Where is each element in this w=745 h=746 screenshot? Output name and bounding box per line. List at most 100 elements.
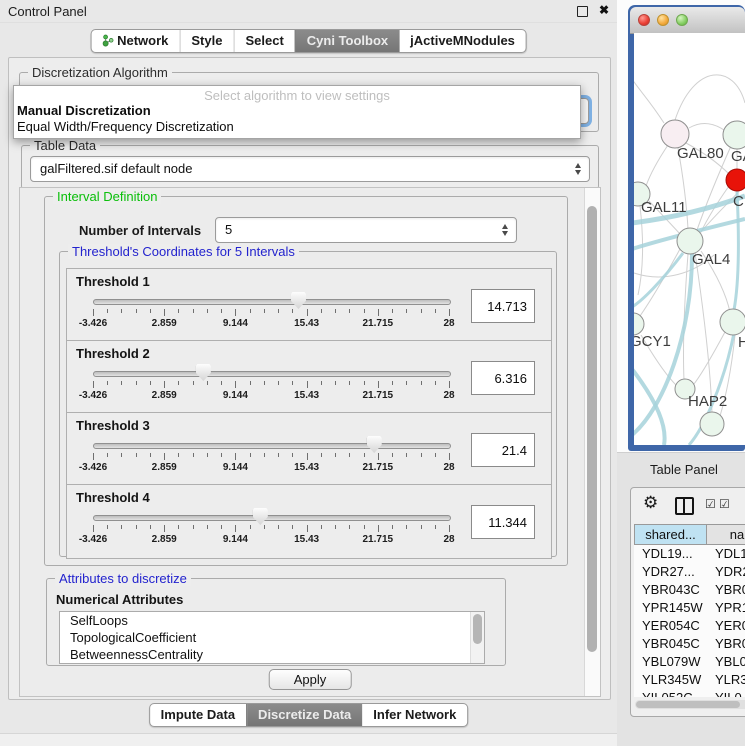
algorithm-dropdown-popup: Select algorithm to view settings Manual…: [13, 85, 581, 139]
tab-network[interactable]: Network: [91, 30, 179, 52]
slider-tick: [136, 453, 137, 457]
minimize-traffic-light-icon[interactable]: [657, 14, 669, 26]
attribute-list-item[interactable]: TopologicalCoefficient: [60, 629, 484, 646]
network-node-h[interactable]: [720, 309, 745, 335]
slider-tick: [264, 309, 265, 313]
dropdown-option-manual[interactable]: Manual Discretization: [17, 103, 151, 118]
table-row[interactable]: YBR045CYBR0: [634, 635, 745, 653]
dropdown-option-equal-width[interactable]: Equal Width/Frequency Discretization: [17, 119, 234, 134]
network-edge: [646, 145, 668, 186]
table-row[interactable]: YDR27...YDR2: [634, 563, 745, 581]
slider-tick: [349, 453, 350, 457]
gear-icon[interactable]: ⚙: [643, 493, 658, 513]
settings-scroll-area: Interval Definition Number of Intervals …: [19, 187, 601, 697]
table-row[interactable]: YDL19...YDL1: [634, 545, 745, 563]
column-header-shared[interactable]: shared...: [634, 524, 707, 545]
tick-label: 21.715: [363, 318, 394, 329]
table-cell: YBR0: [707, 581, 745, 599]
slider-tick: [207, 309, 208, 313]
threshold-box: Threshold 2-3.4262.8599.14415.4321.71528…: [66, 340, 552, 415]
settings-scrollbar[interactable]: [584, 188, 600, 696]
apply-button[interactable]: Apply: [269, 669, 352, 690]
threshold-value-field[interactable]: 11.344: [471, 505, 535, 539]
threshold-value-field[interactable]: 14.713: [471, 289, 535, 323]
tick-label: 21.715: [363, 390, 394, 401]
dropdown-hint: Select algorithm to view settings: [14, 88, 580, 103]
list-scrollbar[interactable]: [470, 612, 484, 663]
slider-tick: [164, 309, 165, 316]
tab-style[interactable]: Style: [179, 30, 233, 52]
table-row[interactable]: YBL079WYBL0: [634, 653, 745, 671]
table-row[interactable]: YIL052CYIL0: [634, 689, 745, 697]
slider-thumb[interactable]: [367, 436, 382, 453]
table-row[interactable]: YER054CYER0: [634, 617, 745, 635]
close-icon[interactable]: ✖: [599, 3, 609, 17]
threshold-value-field[interactable]: 21.4: [471, 433, 535, 467]
float-window-icon[interactable]: [577, 6, 588, 17]
network-canvas[interactable]: GAL80GACGAL11GAL4GCY1HHAP2: [634, 33, 745, 445]
slider-tick: [378, 309, 379, 316]
network-node-gal80[interactable]: [661, 120, 689, 148]
slider-tick: [307, 453, 308, 460]
threshold-label: Threshold 2: [76, 346, 150, 361]
slider-track[interactable]: [93, 299, 451, 305]
slider-tick: [150, 453, 151, 457]
scrollbar-thumb[interactable]: [473, 614, 482, 644]
numerical-attributes-list[interactable]: SelfLoopsTopologicalCoefficientBetweenne…: [59, 611, 485, 664]
zoom-traffic-light-icon[interactable]: [676, 14, 688, 26]
tick-label: -3.426: [79, 390, 107, 401]
slider-track[interactable]: [93, 371, 451, 377]
table-header-row: shared...na: [634, 524, 745, 545]
slider-thumb[interactable]: [291, 292, 306, 309]
slider-tick: [364, 525, 365, 529]
checkbox-icon[interactable]: ☑: [705, 497, 716, 511]
slider-track[interactable]: [93, 515, 451, 521]
spinner-arrows-icon: [575, 163, 582, 175]
scrollbar-thumb[interactable]: [636, 701, 740, 708]
tab-infer-network[interactable]: Infer Network: [362, 704, 467, 726]
network-node-gcy1[interactable]: [634, 313, 644, 335]
network-node-c[interactable]: [726, 169, 745, 191]
slider-tick: [335, 381, 336, 385]
network-edge: [634, 73, 664, 123]
slider-thumb[interactable]: [253, 508, 268, 525]
threshold-label: Threshold 3: [76, 418, 150, 433]
table-cell: YDR2: [707, 563, 745, 581]
slider-tick: [150, 309, 151, 313]
tick-label: 15.43: [294, 318, 319, 329]
slider-tick: [292, 381, 293, 385]
slider-thumb[interactable]: [196, 364, 211, 381]
tab-label: Infer Network: [373, 707, 456, 722]
tick-label: 9.144: [223, 462, 248, 473]
slider-tick: [392, 525, 393, 529]
table-hscrollbar[interactable]: [635, 700, 745, 709]
table-row[interactable]: YLR345WYLR3: [634, 671, 745, 689]
attribute-list-item[interactable]: SelfLoops: [60, 612, 484, 629]
slider-track[interactable]: [93, 443, 451, 449]
tab-jactivemnodules[interactable]: jActiveMNodules: [399, 30, 526, 52]
slider-tick: [235, 381, 236, 388]
column-header-na[interactable]: na: [706, 524, 745, 545]
threshold-value-field[interactable]: 6.316: [471, 361, 535, 395]
network-node[interactable]: [700, 412, 724, 436]
tab-label: jActiveMNodules: [410, 33, 515, 48]
scrollbar-thumb[interactable]: [587, 206, 597, 652]
table-row[interactable]: YPR145WYPR1: [634, 599, 745, 617]
close-traffic-light-icon[interactable]: [638, 14, 650, 26]
tab-discretize-data[interactable]: Discretize Data: [246, 704, 362, 726]
attribute-list-item[interactable]: BetweennessCentrality: [60, 646, 484, 663]
intervals-combobox[interactable]: 5: [215, 217, 517, 243]
tick-label: -3.426: [79, 462, 107, 473]
tab-impute-data[interactable]: Impute Data: [150, 704, 246, 726]
tab-select[interactable]: Select: [233, 30, 294, 52]
slider-tick: [335, 525, 336, 529]
network-node-ga[interactable]: [723, 121, 745, 149]
slider-tick: [307, 525, 308, 532]
node-label: GAL4: [692, 251, 730, 268]
column-layout-icon[interactable]: [675, 497, 694, 515]
table-data-combobox[interactable]: galFiltered.sif default node: [30, 156, 590, 182]
tab-cyni-toolbox[interactable]: Cyni Toolbox: [295, 30, 399, 52]
checkbox-icon[interactable]: ☑: [719, 497, 730, 511]
tick-label: 2.859: [152, 462, 177, 473]
table-row[interactable]: YBR043CYBR0: [634, 581, 745, 599]
